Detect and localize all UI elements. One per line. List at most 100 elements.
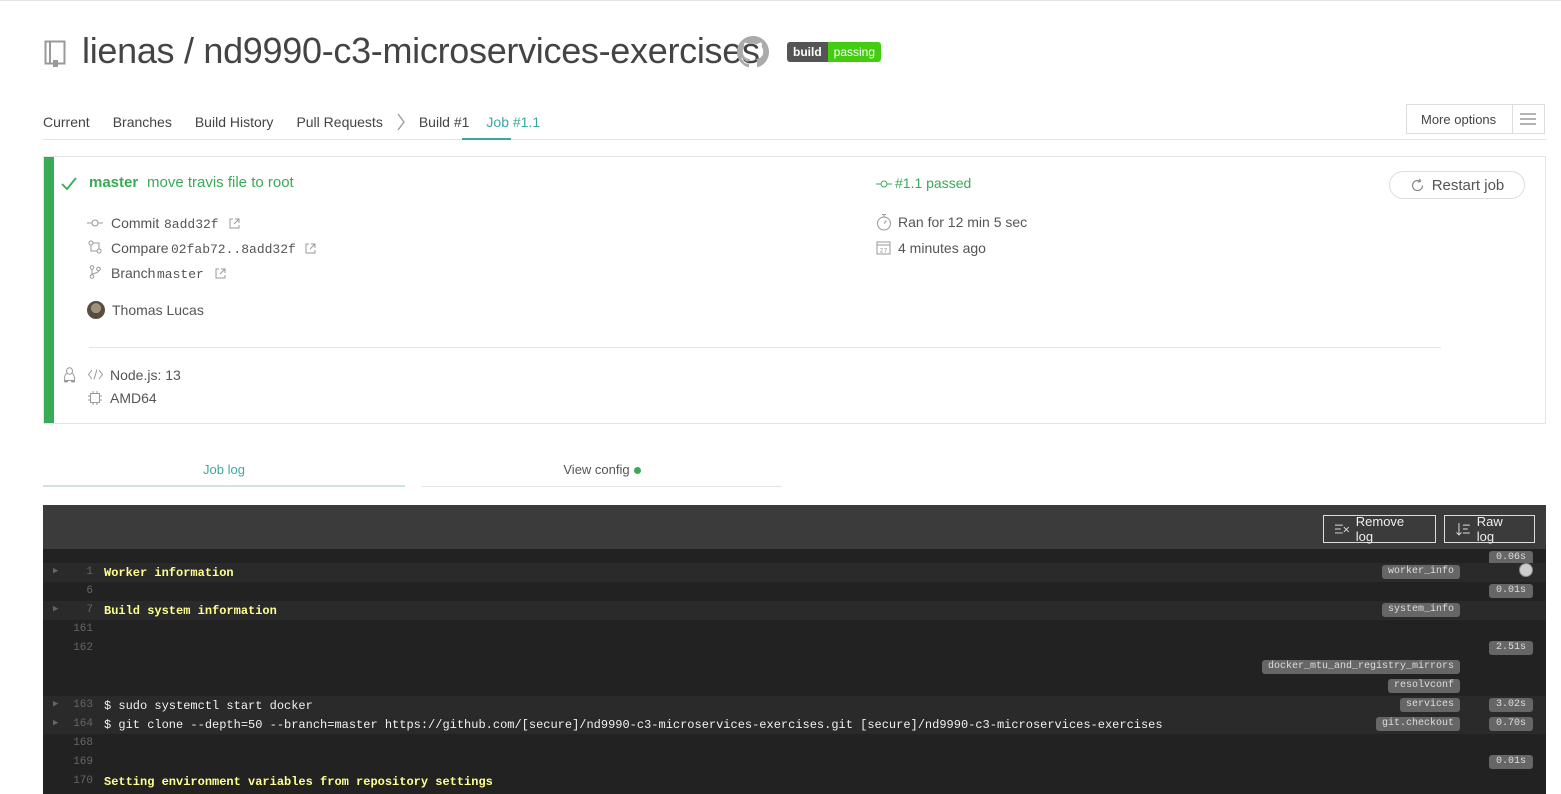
stopwatch-icon [877,214,891,231]
tab-job-log[interactable]: Job log [43,462,405,477]
line-number[interactable]: 164 [63,718,93,730]
expand-arrow-icon[interactable]: ▶ [53,604,58,614]
cpu-icon [88,391,102,405]
restart-icon [1411,178,1423,191]
log-line[interactable]: ▶ 7 Build system information system_info [43,601,1546,620]
fold-tag: docker_mtu_and_registry_mirrors [1261,660,1460,674]
fold-tag: git.checkout [1375,717,1460,731]
line-number[interactable]: 7 [63,604,93,616]
line-text: $ git clone --depth=50 --branch=master h… [104,718,1163,732]
job-duration: Ran for 12 min 5 sec [898,214,1028,230]
log-line[interactable]: ▶ 164 $ git clone --depth=50 --branch=ma… [43,715,1546,734]
restart-job-button[interactable]: Restart job [1389,171,1525,199]
line-number[interactable]: 169 [63,756,93,768]
hamburger-icon [1511,105,1544,133]
line-text: Setting environment variables from repos… [104,775,493,789]
fold-tag: services [1399,698,1460,712]
svg-text:27: 27 [880,248,888,255]
remove-log-button[interactable]: Remove log [1323,514,1436,544]
line-number[interactable]: 168 [63,737,93,749]
commit-label: Commit [111,215,160,231]
line-text: $ sudo systemctl start docker [104,699,313,713]
badge-label: build [787,42,828,62]
job-status: #1.1 passed [895,175,972,191]
log-line[interactable]: ▶ 1 Worker information worker_info [43,563,1546,582]
log-line: resolvconf [43,677,1546,696]
remove-log-icon [1335,524,1350,533]
step-duration: 0.70s [1489,717,1533,731]
job-log-tab-underline [43,485,405,487]
repo-tabs: Current Branches Build History Pull Requ… [43,112,563,132]
card-divider [89,347,1441,348]
code-icon [88,369,103,380]
line-number[interactable]: 1 [63,566,93,578]
author-name: Thomas Lucas [112,302,204,318]
log-line[interactable]: 168 [43,734,1546,753]
compare-icon [88,240,102,254]
fold-tag: system_info [1381,603,1460,617]
external-link-icon[interactable] [229,218,240,229]
log-line[interactable]: 162 2.51s [43,639,1546,658]
badge-status: passing [827,42,882,62]
log-line: docker_mtu_and_registry_mirrors [43,658,1546,677]
line-text: Build system information [104,604,277,618]
log-line[interactable]: 6 0.01s [43,582,1546,601]
scroll-to-top-handle[interactable] [1519,563,1533,577]
tab-job[interactable]: Job #1.1 [486,114,540,130]
compare-label: Compare [111,240,169,256]
more-options-label: More options [1421,111,1497,127]
line-number[interactable]: 163 [63,699,93,711]
commit-icon [876,180,892,188]
log-output[interactable]: 0.06s ▶ 1 Worker information worker_info… [43,549,1546,794]
log-line[interactable]: 169 0.01s [43,753,1546,772]
github-icon[interactable] [737,36,769,68]
expand-arrow-icon[interactable]: ▶ [53,699,58,709]
job-finished-time: 4 minutes ago [898,240,986,256]
commit-message: move travis file to root [147,174,294,191]
build-status-badge[interactable]: build passing [787,42,882,62]
log-line[interactable]: 170 Setting environment variables from r… [43,772,1546,791]
external-link-icon[interactable] [305,243,316,254]
step-duration: 0.01s [1489,755,1533,769]
line-number[interactable]: 6 [63,585,93,597]
repository-icon [44,40,66,67]
branch-label: Branch [111,265,156,281]
view-config-tab-underline [422,486,782,487]
tab-branches[interactable]: Branches [113,114,172,130]
restart-job-label: Restart job [1431,176,1505,194]
tab-view-config[interactable]: View config [422,462,782,477]
tabs-divider [43,139,1546,140]
tab-build[interactable]: Build #1 [419,114,470,130]
log-line[interactable]: 161 [43,620,1546,639]
linux-icon [63,367,76,383]
chevron-right-icon [397,113,405,131]
line-number[interactable]: 162 [63,642,93,654]
log-toolbar [43,505,1546,549]
repository-title[interactable]: lienas / nd9990-c3-microservices-exercis… [82,30,760,72]
step-duration: 2.51s [1489,641,1533,655]
log-line[interactable]: ▶ 163 $ sudo systemctl start docker serv… [43,696,1546,715]
expand-arrow-icon[interactable]: ▶ [53,566,58,576]
tab-current[interactable]: Current [43,114,90,130]
active-tab-indicator [462,138,511,140]
job-branch[interactable]: master [89,174,138,191]
raw-log-button[interactable]: Raw log [1444,514,1535,544]
external-link-icon[interactable] [215,268,226,279]
commit-icon [87,219,103,227]
step-duration: 3.02s [1489,698,1533,712]
config-status-dot [633,467,641,475]
line-text: Worker information [104,566,234,580]
tab-build-history[interactable]: Build History [195,114,274,130]
line-number[interactable]: 161 [63,623,93,635]
status-stripe [44,157,54,423]
line-number[interactable]: 170 [63,775,93,787]
raw-log-icon [1456,522,1470,536]
compare-range[interactable]: 02fab72..8add32f [171,242,296,257]
branch-name[interactable]: master [157,267,204,282]
more-options-button[interactable]: More options [1406,104,1545,134]
step-duration: 0.01s [1489,584,1533,598]
tab-pull-requests[interactable]: Pull Requests [296,114,382,130]
expand-arrow-icon[interactable]: ▶ [53,718,58,728]
commit-sha[interactable]: 8add32f [164,217,219,232]
fold-tag: worker_info [1381,565,1460,579]
